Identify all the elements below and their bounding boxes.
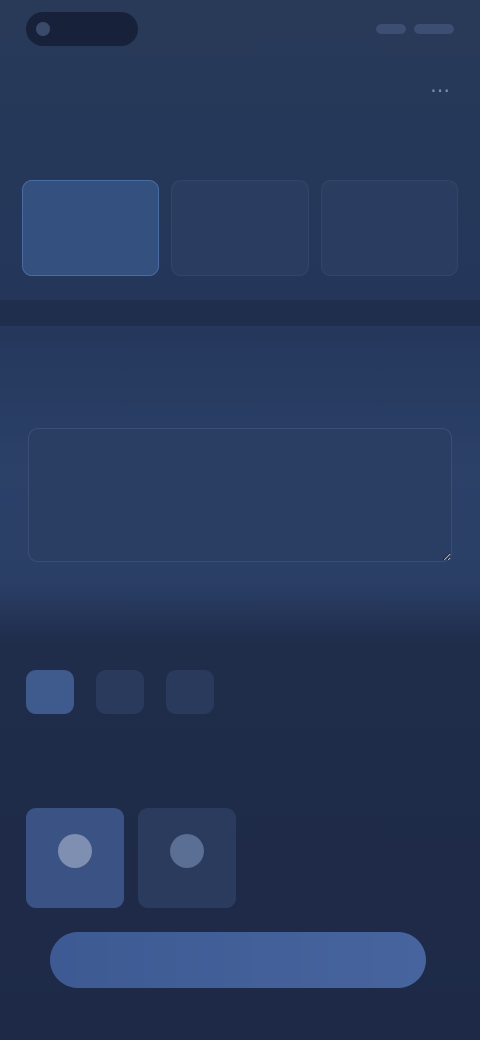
camera-dot-icon — [36, 22, 50, 36]
plan-card-1[interactable] — [22, 180, 160, 276]
wrapping-card-2[interactable] — [138, 808, 236, 908]
status-bar — [0, 0, 480, 60]
primary-button[interactable] — [50, 932, 426, 988]
message-input[interactable] — [28, 428, 452, 562]
options-section-label — [26, 640, 136, 660]
section-divider — [0, 300, 480, 326]
options-row — [26, 668, 226, 716]
plan-options — [22, 180, 458, 276]
page-title — [130, 76, 350, 104]
option-3[interactable] — [166, 670, 214, 714]
message-heading — [26, 356, 326, 380]
wrapping-section-label — [26, 776, 106, 796]
option-1[interactable] — [26, 670, 74, 714]
box-icon — [170, 834, 204, 868]
plans-section-label — [26, 148, 166, 168]
wrapping-card-1[interactable] — [26, 808, 124, 908]
plan-card-3[interactable] — [320, 180, 458, 276]
signal-icon — [376, 24, 406, 34]
nav-header: ⋯ — [0, 66, 480, 114]
wrapping-options — [26, 808, 236, 908]
more-icon[interactable]: ⋯ — [426, 76, 454, 104]
status-indicators — [350, 20, 454, 38]
battery-icon — [414, 24, 454, 34]
option-2[interactable] — [96, 670, 144, 714]
plan-card-2[interactable] — [171, 180, 309, 276]
status-pill — [26, 12, 138, 46]
gift-icon — [58, 834, 92, 868]
